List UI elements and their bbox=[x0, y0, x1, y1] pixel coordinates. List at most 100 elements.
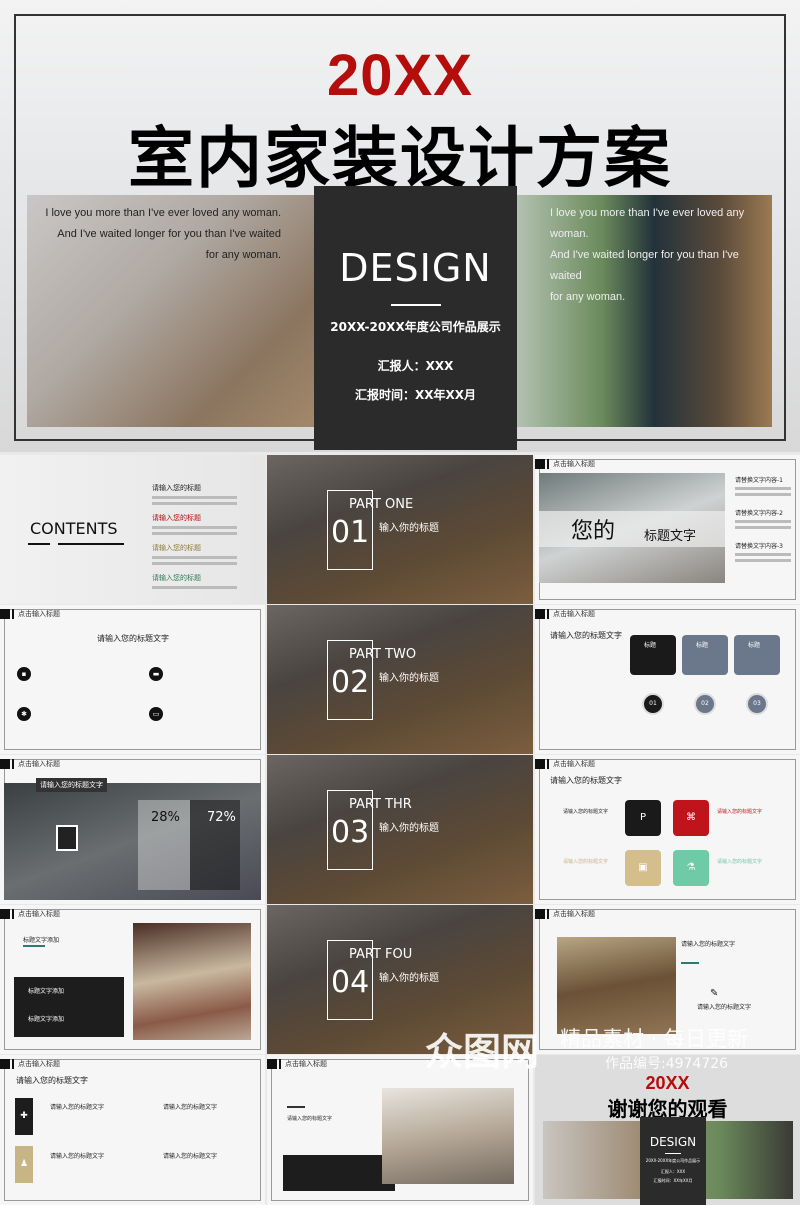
step-card-label: 标题 bbox=[696, 642, 709, 649]
list-icon bbox=[56, 825, 78, 851]
cover-slide: I love you more than I've ever loved any… bbox=[0, 0, 800, 452]
contents-slide[interactable]: CONTENTS 请输入您的标题 请输入您的标题 请输入您的标题 请输入您的标题 bbox=[0, 455, 265, 604]
dark-text-box: 标题文字添加 标题文字添加 bbox=[14, 977, 124, 1037]
list-item: 标题文字添加 bbox=[28, 988, 65, 995]
photo-title-slide[interactable]: 点击输入标题 您的 标题文字 请替换文字内容-1 请替换文字内容-2 请替换文字… bbox=[535, 455, 800, 604]
slide-header: 点击输入标题 bbox=[535, 609, 595, 619]
underline bbox=[28, 543, 50, 545]
part-label: PART ONE bbox=[349, 497, 414, 512]
text-list: 请替换文字内容-1 请替换文字内容-2 请替换文字内容-3 bbox=[735, 475, 791, 562]
tile-label: 请输入您的标题文字 bbox=[717, 859, 763, 865]
tile-label: 请输入您的标题文字 bbox=[563, 809, 609, 815]
card-time: 汇报时间：XX年XX月 bbox=[653, 1178, 693, 1183]
part-number: 02 bbox=[331, 665, 370, 700]
stats-label: 请输入您的标题文字 bbox=[36, 778, 107, 792]
card-reporter: 汇报人：XXX bbox=[377, 359, 454, 373]
part-label: PART THR bbox=[349, 797, 412, 812]
stats-slide[interactable]: 点击输入标题 请输入您的标题文字 28% 72% bbox=[0, 755, 265, 904]
cover-card: DESIGN 20XX-20XX年度公司作品展示 汇报人：XXX 汇报时间：XX… bbox=[314, 186, 517, 450]
photo-title-big: 您的 bbox=[571, 519, 616, 544]
slide-title: 请输入您的标题文字 bbox=[550, 631, 622, 640]
card-divider bbox=[390, 304, 441, 306]
part-label: PART FOU bbox=[349, 947, 413, 962]
step-number: 02 bbox=[694, 693, 716, 715]
card-time: 汇报时间：XX年XX月 bbox=[354, 388, 476, 402]
ppt-icon: P bbox=[625, 800, 661, 836]
watermark: 众图网 精品素材 · 每日更新 作品编号:4974726 bbox=[420, 1020, 800, 1130]
step-card-label: 标题 bbox=[644, 642, 657, 649]
flask-icon: ⚗ bbox=[673, 850, 709, 886]
slide-header: 点击输入标题 bbox=[535, 759, 595, 769]
text-photo-slide[interactable]: 点击输入标题 标题文字添加 标题文字添加 标题文字添加 bbox=[0, 905, 265, 1054]
card-reporter: 汇报人：XXX bbox=[660, 1169, 686, 1174]
underline bbox=[58, 543, 124, 545]
tile-label: 请输入您的标题文字 bbox=[563, 859, 609, 865]
step-number: 03 bbox=[746, 693, 768, 715]
card-heading: DESIGN bbox=[339, 246, 492, 290]
two-col-slide[interactable]: 点击输入标题 请输入您的标题文字 ✚ ♟ 请输入您的标题文字 请输入您的标题文字… bbox=[0, 1055, 265, 1205]
list-item: 请替换文字内容-3 bbox=[735, 543, 783, 550]
part-two-slide[interactable]: PART TWO 02 输入你的标题 bbox=[267, 605, 533, 754]
slide-title: 请输入您的标题文字 bbox=[16, 1076, 88, 1085]
part-subtitle: 输入你的标题 bbox=[379, 673, 439, 684]
item-title: 请输入您的标题文字 bbox=[50, 1153, 105, 1160]
step-card: 标题 bbox=[734, 635, 780, 675]
document-icon: ▪ bbox=[17, 667, 31, 681]
part-label: PART TWO bbox=[349, 647, 417, 662]
contents-item: 请输入您的标题 bbox=[152, 574, 201, 582]
step-card-label: 标题 bbox=[748, 642, 761, 649]
contents-list: 请输入您的标题 请输入您的标题 请输入您的标题 请输入您的标题 bbox=[152, 483, 237, 589]
sitemap-icon: ⌘ bbox=[673, 800, 709, 836]
part-subtitle: 输入你的标题 bbox=[379, 973, 439, 984]
watermark-id: 作品编号:4974726 bbox=[605, 1056, 729, 1072]
card-subtitle: 20XX-20XX年度公司作品展示 bbox=[645, 1158, 701, 1163]
item-title: 请输入您的标题文字 bbox=[163, 1153, 218, 1160]
slide-title: 请输入您的标题文字 bbox=[97, 634, 169, 643]
slide-subtitle: 请输入您的标题文字 bbox=[697, 1004, 752, 1011]
photo-title-small: 标题文字 bbox=[644, 529, 697, 544]
watermark-slogan: 精品素材 · 每日更新 bbox=[560, 1027, 749, 1051]
card-subtitle: 20XX-20XX年度公司作品展示 bbox=[330, 320, 501, 334]
chat-icon: ▭ bbox=[149, 707, 163, 721]
contents-item: 请输入您的标题 bbox=[152, 544, 201, 552]
step-card: 标题 bbox=[630, 635, 676, 675]
list-item: 请替换文字内容-2 bbox=[735, 510, 783, 517]
part-subtitle: 输入你的标题 bbox=[379, 823, 439, 834]
cover-year: 20XX bbox=[327, 43, 473, 108]
part-number: 01 bbox=[331, 515, 370, 550]
watermark-logo: 众图网 bbox=[425, 1030, 540, 1074]
slide-title: 请输入您的标题文字 bbox=[681, 941, 736, 948]
puzzle-icon: ✚ bbox=[15, 1098, 33, 1135]
slide-header: 点击输入标题 bbox=[0, 759, 60, 769]
item-title: 请输入您的标题文字 bbox=[50, 1104, 105, 1111]
gear-icon: ✱ bbox=[17, 707, 31, 721]
slide-header: 点击输入标题 bbox=[535, 459, 595, 469]
slide-header: 点击输入标题 bbox=[0, 1059, 60, 1069]
contents-label: CONTENTS bbox=[30, 519, 118, 538]
part-number: 04 bbox=[331, 965, 370, 1000]
part-three-slide[interactable]: PART THR 03 输入你的标题 bbox=[267, 755, 533, 904]
card-heading: DESIGN bbox=[649, 1135, 697, 1149]
step-number: 01 bbox=[642, 693, 664, 715]
part-number: 03 bbox=[331, 815, 370, 850]
chess-icon: ♟ bbox=[15, 1146, 33, 1183]
slide-header: 点击输入标题 bbox=[0, 909, 60, 919]
tiles-slide[interactable]: 点击输入标题 请输入您的标题文字 P 请输入您的标题文字 ⌘ 请输入您的标题文字 ▣… bbox=[535, 755, 800, 904]
part-one-slide[interactable]: PART ONE 01 输入你的标题 bbox=[267, 455, 533, 604]
slide-title: 请输入您的标题文字 bbox=[287, 1116, 333, 1122]
dark-text-box bbox=[283, 1155, 395, 1191]
part-subtitle: 输入你的标题 bbox=[379, 523, 439, 534]
step-card: 标题 bbox=[682, 635, 728, 675]
steps-slide[interactable]: 点击输入标题 请输入您的标题文字 标题 01 标题 02 标题 03 bbox=[535, 605, 800, 754]
slide-header: 点击输入标题 bbox=[535, 909, 595, 919]
slide-header: 点击输入标题 bbox=[267, 1059, 327, 1069]
stat-value: 72% bbox=[207, 810, 236, 825]
item-title: 请输入您的标题文字 bbox=[163, 1104, 218, 1111]
icon-list-slide[interactable]: 点击输入标题 请输入您的标题文字 ▪ ▬ ✱ ▭ bbox=[0, 605, 265, 754]
contents-item: 请输入您的标题 bbox=[152, 484, 201, 492]
card-icon: ▬ bbox=[149, 667, 163, 681]
room-photo: 您的 标题文字 bbox=[539, 473, 725, 583]
pen-icon: ✎ bbox=[710, 988, 719, 999]
room-photo bbox=[133, 923, 251, 1040]
list-item: 请替换文字内容-1 bbox=[735, 477, 783, 484]
